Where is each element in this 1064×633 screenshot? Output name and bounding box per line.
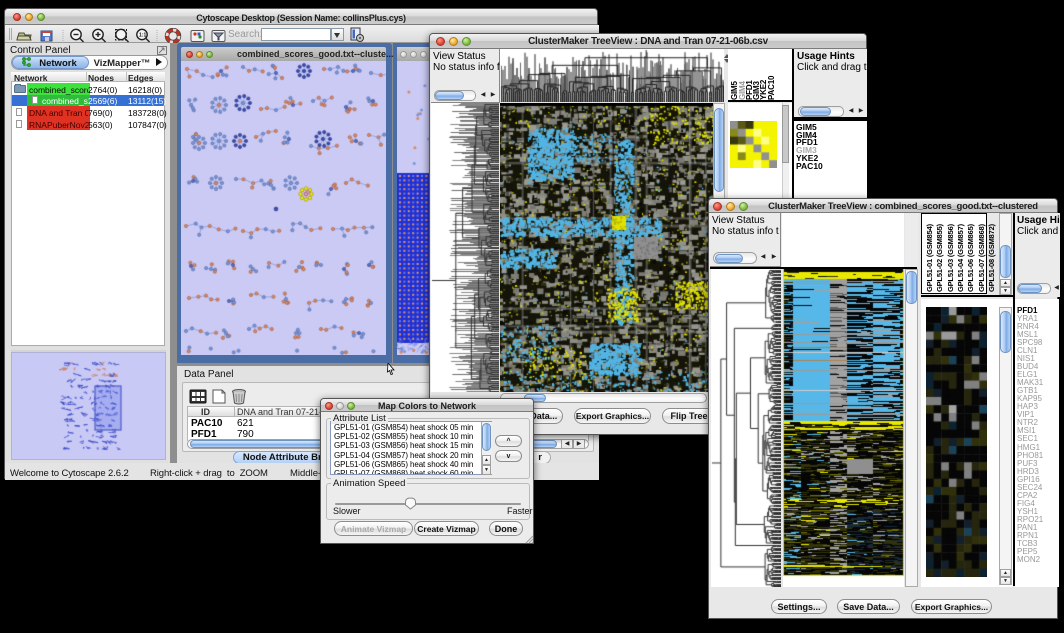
svg-text:1:1: 1:1	[139, 33, 146, 39]
